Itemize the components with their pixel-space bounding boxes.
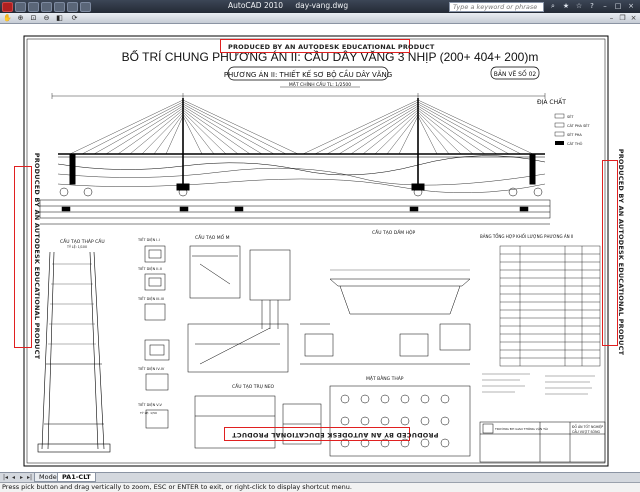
command-line[interactable]: Press pick button and drag vertically to… (0, 482, 640, 492)
subscription-icon[interactable]: ★ (561, 2, 571, 11)
first-tab-icon[interactable]: |◂ (2, 474, 9, 482)
profile-table (39, 199, 551, 225)
watermark-left (14, 166, 32, 348)
new-file-icon[interactable] (15, 1, 26, 12)
watermark-right (602, 160, 618, 346)
window-title: AutoCAD 2010 day-vang.dwg (228, 1, 358, 10)
svg-text:CÁT PHA SÉT: CÁT PHA SÉT (567, 123, 590, 128)
box-girder-title: CẤU TẠO DẦM HỘP (372, 228, 416, 236)
drawing-close-icon[interactable]: × (629, 14, 638, 23)
help-icon[interactable]: ? (587, 2, 597, 11)
quantities-table (499, 245, 601, 367)
title-block-bridge: CẦU VƯỢT SÔNG (572, 429, 600, 434)
svg-text:TIẾT DIỆN V-V: TIẾT DIỆN V-V (137, 401, 163, 407)
geology-label: ĐỊA CHẤT (537, 98, 566, 106)
sheet-border (23, 35, 609, 467)
app-title: AutoCAD 2010 (228, 1, 284, 10)
quick-access-toolbar (0, 0, 93, 13)
bridge-elevation (57, 98, 546, 194)
watermark-right-text: PRODUCED BY AN AUTODESK EDUCATIONAL PROD… (617, 148, 626, 356)
autocad-logo-icon[interactable] (2, 1, 13, 12)
title-bar: AutoCAD 2010 day-vang.dwg Type a keyword… (0, 0, 640, 13)
last-tab-icon[interactable]: ▸| (26, 474, 33, 482)
tower-drawing (37, 251, 111, 453)
save-icon[interactable] (41, 1, 52, 12)
drawing-restore-icon[interactable]: ❐ (618, 14, 627, 23)
svg-text:CÁT THÔ: CÁT THÔ (567, 141, 583, 146)
sheet-number: BẢN VẼ SỐ 02 (494, 70, 537, 78)
pier-title: CẤU TẠO TRỤ NEO (232, 382, 275, 390)
svg-text:TIẾT DIỆN I-I: TIẾT DIỆN I-I (137, 236, 160, 242)
watermark-top-text: PRODUCED BY AN AUTODESK EDUCATIONAL PROD… (228, 43, 435, 51)
drawing-canvas[interactable]: BỐ TRÍ CHUNG PHƯƠNG ÁN II: CẦU DÂY VĂNG … (0, 24, 640, 472)
zoom-realtime-icon[interactable]: ⊕ (16, 14, 25, 23)
title-block-school: TRƯỜNG ĐH GIAO THÔNG VẬN TẢI (494, 426, 548, 431)
file-name: day-vang.dwg (295, 1, 349, 10)
zoom-extents-icon[interactable]: ◧ (55, 14, 64, 23)
redo-icon[interactable] (67, 1, 78, 12)
layout-tabs-bar: |◂ ◂ ▸ ▸| Model PA1-CLT (0, 472, 640, 482)
drawing-svg: BỐ TRÍ CHUNG PHƯƠNG ÁN II: CẦU DÂY VĂNG … (23, 35, 609, 467)
sheet-inner-border (26, 38, 606, 464)
zoom-previous-icon[interactable]: ⊖ (42, 14, 51, 23)
communication-icon[interactable]: ☆ (574, 2, 584, 11)
abutment-title: CẤU TẠO MỐ M (195, 233, 230, 241)
next-tab-icon[interactable]: ▸ (18, 474, 25, 482)
notes-block (482, 373, 595, 395)
pan-icon[interactable]: ✋ (3, 14, 12, 23)
minimize-icon[interactable]: – (600, 2, 610, 11)
svg-text:TIẾT DIỆN II-II: TIẾT DIỆN II-II (137, 265, 162, 271)
svg-text:TỶ LỆ: 1/100: TỶ LỆ: 1/100 (66, 244, 87, 249)
title-block-project: ĐỒ ÁN TỐT NGHIỆP (572, 424, 603, 429)
orbit-icon[interactable]: ⟳ (70, 14, 79, 23)
tower-title: CẤU TẠO THÁP CẦU (60, 237, 105, 245)
watermark-bottom-text: PRODUCED BY AN AUTODESK EDUCATIONAL PROD… (232, 431, 439, 439)
plot-icon[interactable] (80, 1, 91, 12)
watermark-left-text: PRODUCED BY AN AUTODESK EDUCATIONAL PROD… (33, 152, 42, 360)
svg-text:SÉT PHA: SÉT PHA (567, 132, 582, 137)
abutment-drawing (187, 245, 291, 373)
box-girder-drawing (300, 269, 471, 365)
tower-plan-title: MẶT BẰNG THÁP (366, 374, 404, 382)
svg-text:TIẾT DIỆN IV-IV: TIẾT DIỆN IV-IV (137, 365, 165, 371)
subtitle-text: PHƯƠNG ÁN II: THIẾT KẾ SƠ BỘ CẦU DÂY VĂN… (224, 69, 392, 79)
svg-text:TỶ LỆ: 1/50: TỶ LỆ: 1/50 (139, 410, 157, 415)
close-icon[interactable]: × (626, 2, 636, 11)
axis-markers (59, 187, 543, 197)
zoom-window-icon[interactable]: ⊡ (29, 14, 38, 23)
search-input[interactable]: Type a keyword or phrase (449, 2, 544, 12)
tab-layout-pa1-clt[interactable]: PA1-CLT (57, 473, 96, 482)
search-icon[interactable]: ⌕ (548, 2, 558, 11)
tower-plan-drawing (329, 385, 471, 457)
soil-legend: SÉT CÁT PHA SÉT SÉT PHA CÁT THÔ (554, 113, 590, 146)
svg-text:SÉT: SÉT (567, 114, 574, 119)
drawing-minimize-icon[interactable]: – (607, 14, 616, 23)
maximize-icon[interactable]: □ (613, 2, 623, 11)
undo-icon[interactable] (54, 1, 65, 12)
open-file-icon[interactable] (28, 1, 39, 12)
svg-text:TIẾT DIỆN III-III: TIẾT DIỆN III-III (137, 295, 164, 301)
prev-tab-icon[interactable]: ◂ (10, 474, 17, 482)
quantities-title: BẢNG TỔNG HỢP KHỐI LƯỢNG PHƯƠNG ÁN II (480, 234, 573, 239)
view-toolbar: ✋ ⊕ ⊡ ⊖ ◧ ⟳ – ❐ × (0, 13, 640, 24)
cross-sections: TIẾT DIỆN I-I TIẾT DIỆN II-II TIẾT DIỆN … (137, 236, 170, 429)
